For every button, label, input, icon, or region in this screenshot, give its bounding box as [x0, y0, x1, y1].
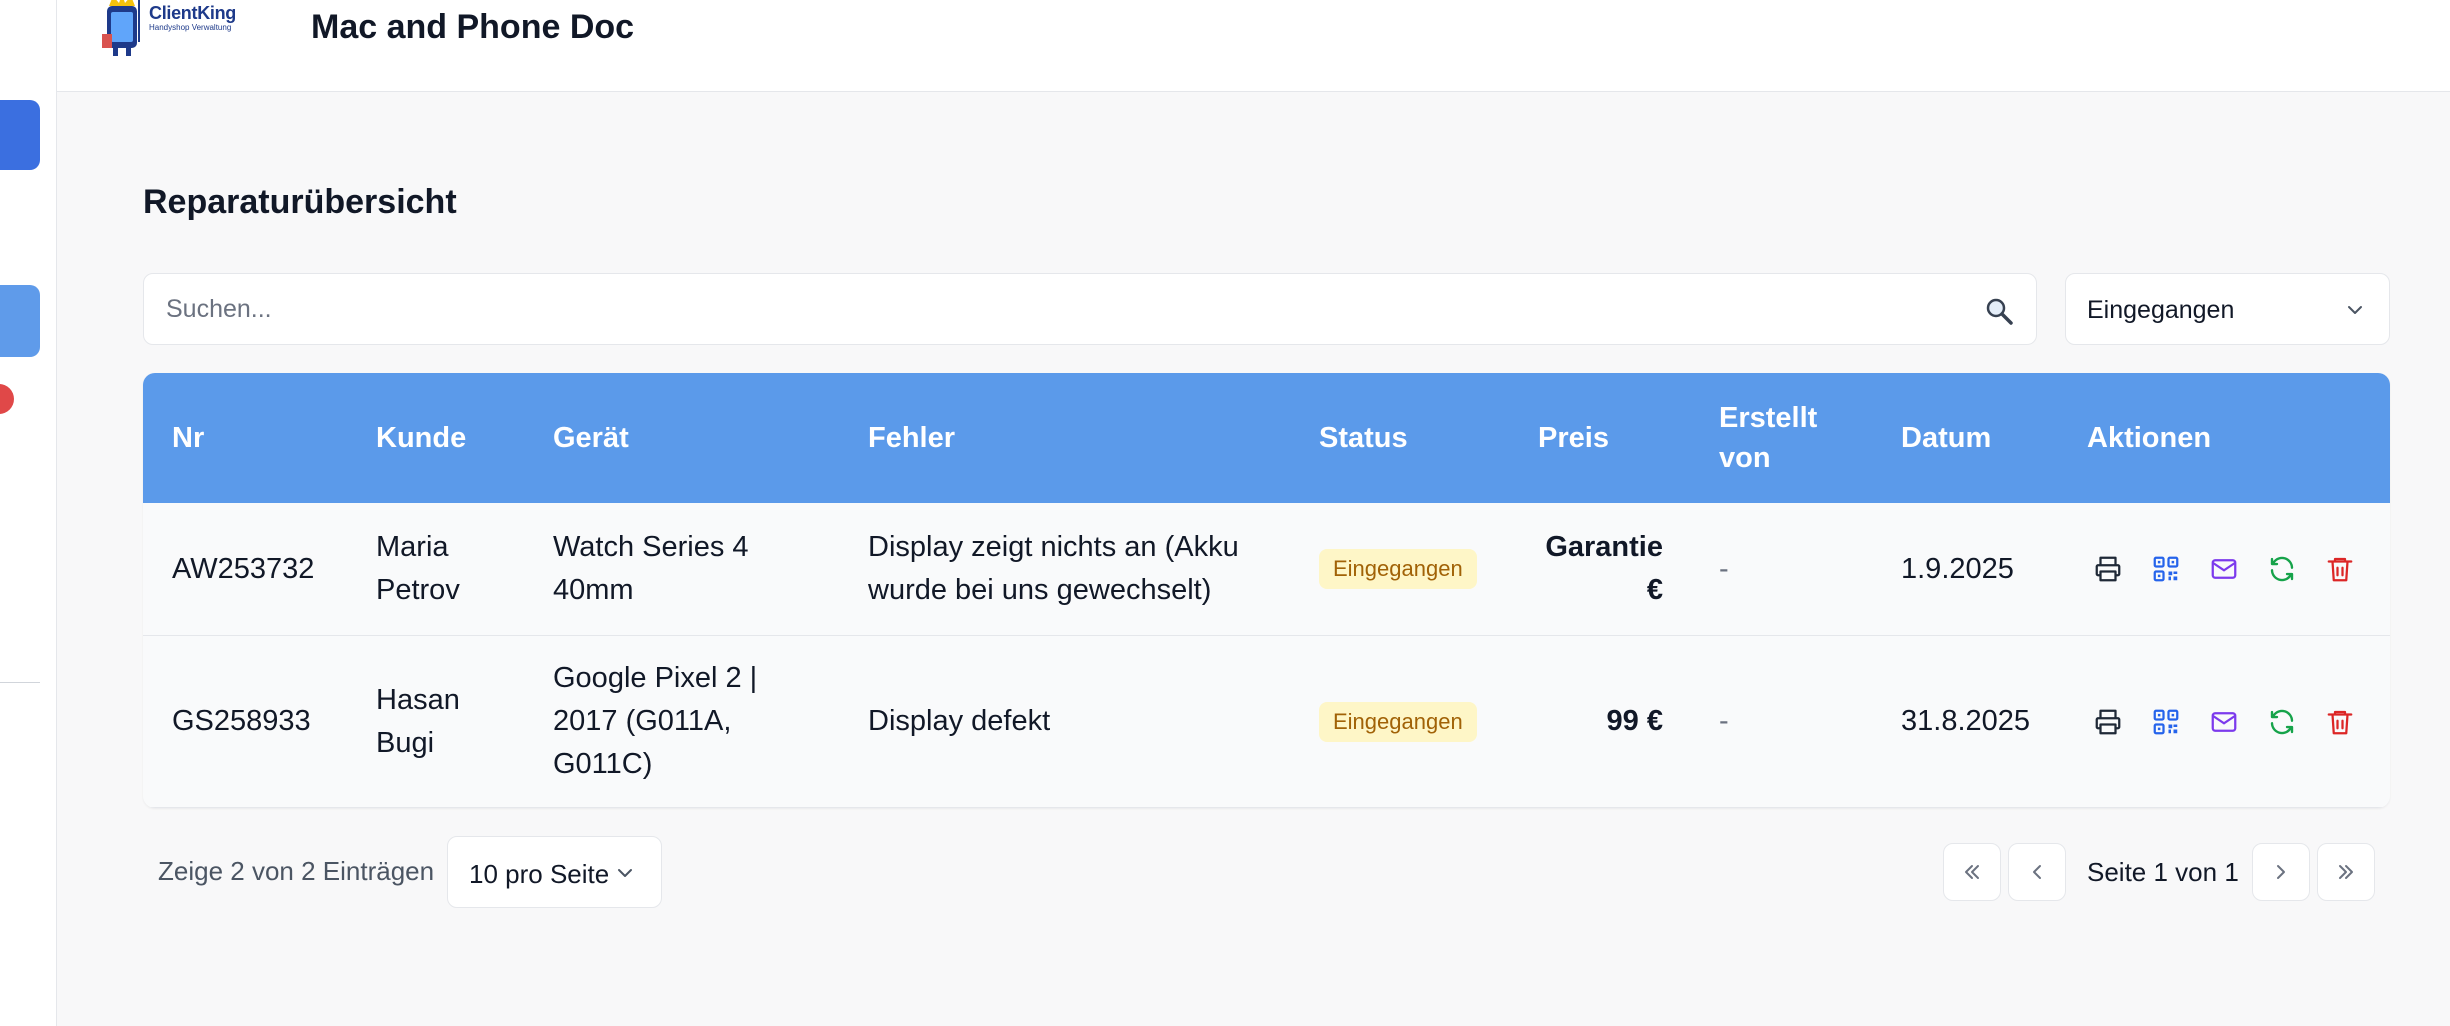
search-input[interactable]: [144, 274, 2036, 344]
top-header: ClientKing Handyshop Verwaltung Mac and …: [57, 0, 2450, 92]
sidebar-nav-button-active[interactable]: [0, 285, 40, 357]
sidebar: [0, 0, 57, 1026]
page-indicator: Seite 1 von 1: [2087, 857, 2239, 887]
search-icon[interactable]: [1984, 296, 2014, 326]
sidebar-nav-button-primary[interactable]: [0, 100, 40, 170]
row-actions: [2093, 503, 2355, 635]
last-page-button[interactable]: [2317, 843, 2375, 901]
column-header-erstellt-von[interactable]: Erstellt von: [1719, 373, 1829, 503]
cell-erstellt-von: -: [1719, 705, 1729, 737]
row-actions: [2093, 636, 2355, 807]
search-box: [143, 273, 2037, 345]
cell-preis: 99 €: [1606, 705, 1663, 737]
trash-icon[interactable]: [2325, 554, 2355, 584]
logo-mascot-icon: [102, 0, 140, 56]
trash-icon[interactable]: [2325, 707, 2355, 737]
table-row[interactable]: AW253732 Maria Petrov Watch Series 4 40m…: [143, 503, 2390, 636]
status-badge-cell: Eingegangen: [1319, 636, 1477, 807]
printer-icon[interactable]: [2093, 707, 2123, 737]
table-row[interactable]: GS258933 Hasan Bugi Google Pixel 2 | 201…: [143, 636, 2390, 808]
sidebar-divider: [0, 682, 40, 683]
column-header-aktionen: Aktionen: [2087, 422, 2212, 454]
column-header-preis[interactable]: Preis: [1538, 373, 1609, 503]
chevron-left-icon: [2033, 865, 2041, 879]
mail-icon[interactable]: [2209, 707, 2239, 737]
chevron-down-icon: [2348, 306, 2362, 314]
status-filter-select[interactable]: Eingegangen: [2065, 273, 2390, 345]
qr-code-icon[interactable]: [2151, 554, 2181, 584]
cell-kunde: Hasan Bugi: [376, 683, 460, 759]
prev-page-button[interactable]: [2008, 843, 2066, 901]
double-chevron-left-icon: [1965, 865, 1979, 879]
cell-kunde: Maria Petrov: [376, 531, 460, 606]
entries-count: Zeige 2 von 2 Einträgen: [158, 856, 435, 886]
printer-icon[interactable]: [2093, 554, 2123, 584]
app-title: Mac and Phone Doc: [311, 8, 635, 46]
cell-geraet: Google Pixel 2 | 2017 (G011A, G011C): [553, 662, 758, 780]
status-badge-cell: Eingegangen: [1319, 503, 1477, 635]
next-page-button[interactable]: [2252, 843, 2310, 901]
column-header-fehler[interactable]: Fehler: [868, 373, 955, 503]
refresh-icon[interactable]: [2267, 707, 2297, 737]
chevron-down-icon: [618, 869, 632, 877]
cell-nr: GS258933: [172, 705, 311, 737]
cell-fehler: Display zeigt nichts an (Akku wurde bei …: [868, 531, 1239, 606]
mail-icon[interactable]: [2209, 554, 2239, 584]
column-header-nr[interactable]: Nr: [172, 373, 204, 503]
repairs-table: Nr Kunde Gerät Fehler Status Preis Erste…: [143, 373, 2390, 808]
column-header-datum[interactable]: Datum: [1901, 373, 1991, 503]
status-filter-value: Eingegangen: [2087, 296, 2235, 324]
per-page-select[interactable]: 10 pro Seite: [447, 836, 662, 908]
cell-fehler: Display defekt: [868, 705, 1051, 737]
logo-subtitle: Handyshop Verwaltung: [149, 23, 232, 32]
cell-datum: 1.9.2025: [1901, 552, 2014, 585]
column-header-kunde[interactable]: Kunde: [376, 373, 466, 503]
page-title: Reparaturübersicht: [143, 183, 457, 221]
cell-preis: Garantie €: [1545, 531, 1663, 606]
double-chevron-right-icon: [2339, 865, 2353, 879]
qr-code-icon[interactable]: [2151, 707, 2181, 737]
first-page-button[interactable]: [1943, 843, 2001, 901]
sidebar-notification-dot: [0, 384, 14, 414]
cell-datum: 31.8.2025: [1901, 705, 2031, 737]
chevron-right-icon: [2277, 865, 2285, 879]
cell-nr: AW253732: [172, 552, 315, 585]
cell-geraet: Watch Series 4 40mm: [553, 531, 749, 606]
per-page-value: 10 pro Seite: [469, 859, 610, 889]
refresh-icon[interactable]: [2267, 554, 2297, 584]
logo-title: ClientKing: [149, 3, 236, 23]
table-header: Nr Kunde Gerät Fehler Status Preis Erste…: [143, 373, 2390, 503]
app-logo[interactable]: ClientKing Handyshop Verwaltung: [99, 0, 269, 56]
column-header-geraet[interactable]: Gerät: [553, 373, 629, 503]
status-badge: Eingegangen: [1319, 549, 1477, 589]
cell-erstellt-von: -: [1719, 552, 1729, 585]
column-header-status[interactable]: Status: [1319, 373, 1408, 503]
status-badge: Eingegangen: [1319, 701, 1477, 742]
